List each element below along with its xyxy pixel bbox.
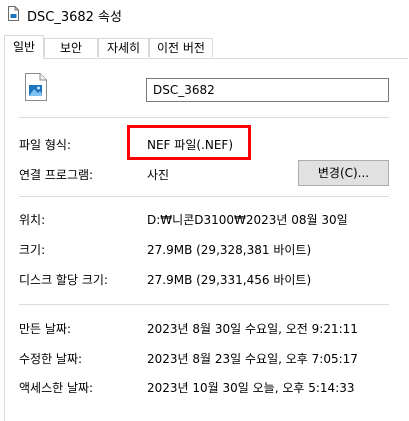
created-value: 2023년 8월 30일 수요일, 오전 9:21:11: [147, 322, 358, 336]
size-on-disk-label: 디스크 할당 크기:: [19, 273, 108, 287]
divider: [19, 196, 389, 197]
size-label: 크기:: [19, 243, 46, 257]
location-label: 위치:: [19, 213, 46, 227]
size-on-disk-value: 27.9MB (29,331,456 바이트): [147, 273, 312, 287]
change-button[interactable]: 변경(C)...: [298, 160, 389, 186]
divider: [19, 304, 389, 305]
tab-general[interactable]: 일반: [4, 35, 44, 59]
divider: [19, 117, 389, 118]
tab-previous-versions[interactable]: 이전 버전: [149, 38, 213, 57]
file-type-label: 파일 형식:: [19, 138, 72, 152]
tab-strip: 일반 보안 자세히 이전 버전: [0, 35, 409, 59]
image-file-icon: [25, 73, 47, 101]
file-name-input[interactable]: [146, 78, 389, 102]
title-bar: DSC_3682 속성: [0, 0, 409, 29]
modified-value: 2023년 8월 23일 수요일, 오후 7:05:17: [147, 352, 358, 366]
highlight-box: [127, 125, 251, 160]
created-label: 만든 날짜:: [19, 322, 72, 336]
accessed-label: 액세스한 날짜:: [19, 381, 94, 395]
accessed-value: 2023년 10월 30일 오늘, 오후 5:14:33: [147, 381, 355, 395]
tab-security[interactable]: 보안: [44, 38, 98, 57]
opens-with-value: 사진: [147, 168, 170, 182]
location-value: D:₩니콘D3100₩2023년 08월 30일: [147, 213, 348, 227]
modified-label: 수정한 날짜:: [19, 352, 83, 366]
opens-with-label: 연결 프로그램:: [19, 168, 94, 182]
tab-details[interactable]: 자세히: [98, 38, 149, 57]
document-icon: [8, 6, 19, 21]
window-title: DSC_3682 속성: [27, 10, 122, 25]
size-value: 27.9MB (29,328,381 바이트): [147, 243, 312, 257]
